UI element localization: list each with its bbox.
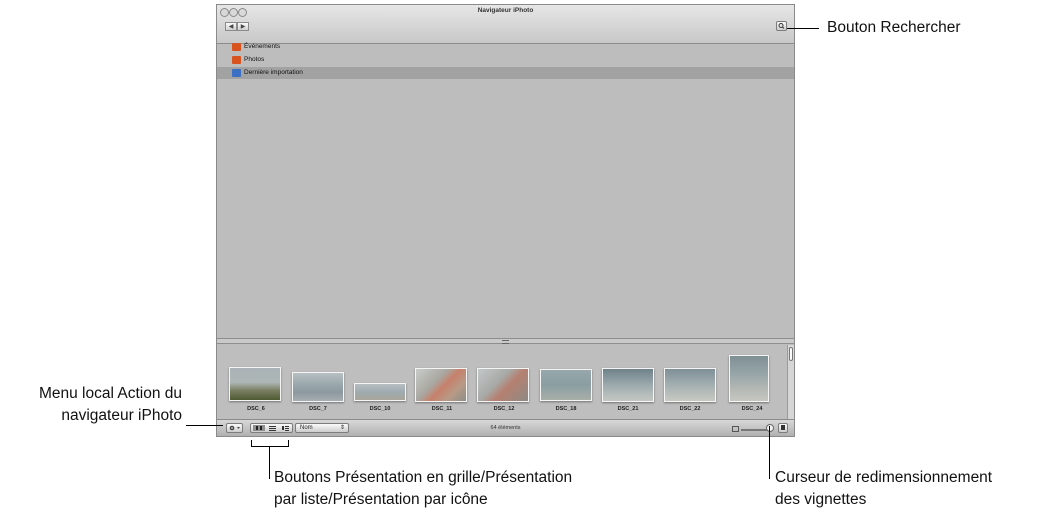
photo-thumbnail — [415, 368, 467, 402]
thumbnail-caption: DSC_22 — [679, 406, 701, 412]
photo-thumbnail — [229, 367, 281, 401]
source-item-events[interactable]: Événements — [217, 41, 794, 53]
thumbnail-item[interactable]: DSC_11 — [411, 350, 473, 414]
bottom-toolbar: Nom ⇕ 64 éléments — [217, 419, 794, 436]
thumbnail-caption: DSC_24 — [741, 406, 763, 412]
view-callout-line — [269, 446, 270, 479]
action-menu-callout-line2: navigateur iPhoto — [61, 407, 182, 424]
thumbnail-item[interactable]: DSC_6 — [225, 350, 287, 414]
divider-grip — [502, 340, 509, 344]
thumbnail-item[interactable]: DSC_24 — [721, 350, 783, 414]
slider-callout-line1: Curseur de redimensionnement — [775, 469, 993, 486]
source-label: Dernière importation — [244, 69, 303, 76]
thumbnail-item[interactable]: DSC_10 — [349, 350, 411, 414]
photo-thumbnail — [354, 383, 406, 401]
thumbnail-item[interactable]: DSC_21 — [597, 350, 659, 414]
thumbnail-caption: DSC_18 — [555, 406, 577, 412]
split-view-divider[interactable] — [217, 338, 794, 344]
photos-icon — [232, 56, 241, 64]
view-callout-bracket-bottom — [251, 446, 289, 447]
thumbnail-caption: DSC_11 — [431, 406, 453, 412]
thumbnail-item[interactable]: DSC_22 — [659, 350, 721, 414]
thumbnail-caption: DSC_12 — [493, 406, 515, 412]
photo-thumbnail — [602, 368, 654, 402]
thumbnail-size-slider-knob[interactable] — [766, 424, 774, 432]
events-icon — [232, 43, 241, 51]
magnifier-icon — [778, 23, 785, 29]
photo-thumbnail — [664, 368, 716, 402]
thumbnail-item[interactable]: DSC_12 — [473, 350, 535, 414]
search-callout-line — [787, 28, 819, 29]
title-bar: Navigateur iPhoto ◀ ▶ — [217, 5, 794, 44]
photo-thumbnail — [477, 368, 529, 402]
slider-callout-line — [769, 426, 770, 479]
thumbnail-size-slider-track[interactable] — [741, 429, 769, 431]
thumbnail-caption: DSC_7 — [309, 406, 327, 412]
source-item-photos[interactable]: Photos — [217, 54, 794, 66]
iphoto-browser-window: Navigateur iPhoto ◀ ▶ Événements Photos … — [216, 4, 795, 437]
search-callout-label: Bouton Rechercher — [827, 19, 961, 36]
thumbnail-caption: DSC_21 — [617, 406, 639, 412]
photo-thumbnail — [292, 372, 344, 402]
back-button[interactable]: ◀ — [225, 22, 237, 31]
forward-button[interactable]: ▶ — [237, 22, 249, 31]
view-buttons-callout-line2: par liste/Présentation par icône — [274, 491, 488, 508]
large-thumbnail-icon — [781, 425, 785, 430]
import-icon — [232, 69, 241, 77]
photo-thumbnail — [729, 355, 769, 402]
item-count: 64 éléments — [490, 425, 521, 431]
small-thumbnail-icon — [732, 426, 739, 432]
window-title: Navigateur iPhoto — [477, 7, 534, 14]
thumbnail-caption: DSC_6 — [247, 406, 265, 412]
thumbnail-caption: DSC_10 — [369, 406, 391, 412]
view-callout-bracket-right — [288, 440, 289, 447]
thumbnail-grid: DSC_6 DSC_7 DSC_10 DSC_11 DSC_12 DSC_18 … — [217, 345, 794, 419]
slider-callout-line2: des vignettes — [775, 491, 867, 508]
large-thumbnail-button[interactable] — [778, 423, 788, 433]
source-item-last-import[interactable]: Dernière importation — [217, 67, 794, 79]
source-label: Photos — [244, 56, 265, 63]
thumbnail-item[interactable]: DSC_7 — [287, 350, 349, 414]
view-buttons-callout-line1: Boutons Présentation en grille/Présentat… — [274, 469, 573, 486]
thumbnail-scrollbar[interactable] — [787, 345, 794, 419]
search-button[interactable] — [776, 21, 787, 31]
photo-thumbnail — [540, 369, 592, 401]
source-label: Événements — [244, 43, 281, 50]
thumbnail-item[interactable]: DSC_18 — [535, 350, 597, 414]
scrollbar-thumb[interactable] — [789, 347, 793, 361]
action-menu-callout-line1: Menu local Action du — [38, 385, 182, 402]
action-callout-line — [186, 425, 223, 426]
